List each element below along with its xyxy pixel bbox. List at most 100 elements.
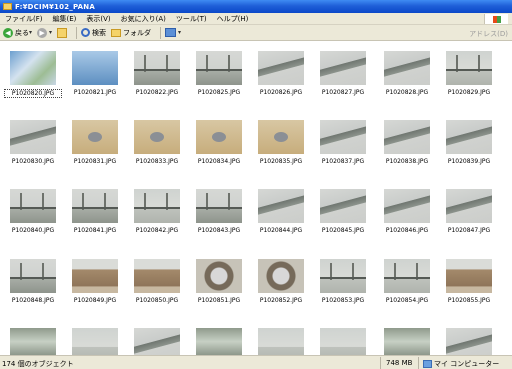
search-icon <box>81 28 91 37</box>
file-name-label: P1020843.JPG <box>197 227 241 234</box>
total-size: 748 MB <box>386 359 413 367</box>
file-thumbnail[interactable]: P1020831.JPG <box>72 120 118 165</box>
file-thumbnail[interactable]: P1020846.JPG <box>384 189 430 234</box>
file-thumbnail[interactable]: P1020843.JPG <box>196 189 242 234</box>
thumbnail-image <box>10 51 56 85</box>
file-thumbnail[interactable] <box>134 328 180 355</box>
file-thumbnail[interactable]: P1020820.JPG <box>4 51 62 98</box>
toolbar-divider <box>76 26 78 39</box>
file-thumbnail[interactable]: P1020844.JPG <box>258 189 304 234</box>
status-divider <box>380 357 381 369</box>
file-thumbnail[interactable]: P1020841.JPG <box>72 189 118 234</box>
forward-button[interactable]: ▶ ▾ <box>37 27 53 38</box>
folders-icon <box>111 28 122 37</box>
file-name-label: P1020851.JPG <box>197 297 241 304</box>
file-name-label: P1020854.JPG <box>385 297 429 304</box>
search-button[interactable]: 検索 <box>81 28 106 38</box>
thumbnail-image <box>446 51 492 85</box>
file-name-label: P1020847.JPG <box>447 227 491 234</box>
file-thumbnail[interactable]: P1020852.JPG <box>258 259 304 304</box>
file-thumbnail[interactable]: P1020838.JPG <box>384 120 430 165</box>
file-name-label: P1020849.JPG <box>73 297 117 304</box>
file-name-label: P1020827.JPG <box>321 89 365 96</box>
bridge-deck <box>384 277 430 279</box>
pigeon <box>88 132 102 142</box>
file-thumbnail[interactable]: P1020854.JPG <box>384 259 430 304</box>
file-name-label: P1020834.JPG <box>197 158 241 165</box>
search-label: 検索 <box>92 28 107 37</box>
file-name-label: P1020831.JPG <box>73 158 117 165</box>
thumbnail-image <box>72 259 118 293</box>
menu-bar: ファイル(F) 編集(E) 表示(V) お気に入り(A) ツール(T) ヘルプ(… <box>0 13 512 25</box>
file-thumbnail[interactable]: P1020828.JPG <box>384 51 430 96</box>
file-thumbnail[interactable]: P1020839.JPG <box>446 120 492 165</box>
thumbnail-image <box>384 328 430 355</box>
menu-file[interactable]: ファイル(F) <box>0 13 48 25</box>
file-thumbnail[interactable] <box>196 328 242 355</box>
file-thumbnail[interactable]: P1020830.JPG <box>10 120 56 165</box>
thumbnail-image <box>134 51 180 85</box>
file-thumbnail[interactable]: P1020821.JPG <box>72 51 118 96</box>
address-label: アドレス(D) <box>469 30 508 38</box>
file-name-label: P1020838.JPG <box>385 158 429 165</box>
file-thumbnail[interactable]: P1020853.JPG <box>320 259 366 304</box>
bridge-deck <box>134 207 180 209</box>
thumbnail-image <box>320 259 366 293</box>
file-thumbnail[interactable]: P1020848.JPG <box>10 259 56 304</box>
file-name-label: P1020846.JPG <box>385 227 429 234</box>
folders-button[interactable]: フォルダ <box>111 28 151 38</box>
menu-favorites[interactable]: お気に入り(A) <box>116 13 171 25</box>
thumbnail-image <box>72 120 118 154</box>
bridge-deck <box>10 207 56 209</box>
file-thumbnail[interactable] <box>10 328 56 355</box>
thumbnail-image <box>134 189 180 223</box>
file-thumbnail[interactable] <box>72 328 118 355</box>
file-thumbnail[interactable]: P1020822.JPG <box>134 51 180 96</box>
file-thumbnail[interactable]: P1020850.JPG <box>134 259 180 304</box>
back-button[interactable]: ◀ 戻る ▾ <box>3 27 32 38</box>
file-thumbnail[interactable]: P1020834.JPG <box>196 120 242 165</box>
back-label: 戻る <box>15 28 29 37</box>
file-thumbnail[interactable]: P1020840.JPG <box>10 189 56 234</box>
file-name-label: P1020821.JPG <box>73 89 117 96</box>
file-thumbnail[interactable] <box>384 328 430 355</box>
file-thumbnail[interactable]: P1020847.JPG <box>446 189 492 234</box>
file-name-label: P1020826.JPG <box>259 89 303 96</box>
zone-indicator: マイ コンピューター <box>423 359 499 369</box>
file-thumbnail[interactable]: P1020825.JPG <box>196 51 242 96</box>
views-button[interactable]: ▾ <box>165 28 181 37</box>
file-thumbnail[interactable] <box>258 328 304 355</box>
file-thumbnail[interactable]: P1020849.JPG <box>72 259 118 304</box>
file-thumbnail[interactable]: P1020842.JPG <box>134 189 180 234</box>
file-thumbnail[interactable]: P1020855.JPG <box>446 259 492 304</box>
thumbnail-image <box>10 189 56 223</box>
chevron-down-icon: ▾ <box>49 29 53 36</box>
thumbnail-image <box>134 259 180 293</box>
thumbnail-image <box>72 189 118 223</box>
up-folder-icon[interactable] <box>57 27 68 38</box>
file-name-label: P1020828.JPG <box>385 89 429 96</box>
thumbnail-image <box>72 328 118 355</box>
file-thumbnail[interactable]: P1020851.JPG <box>196 259 242 304</box>
file-thumbnail[interactable]: P1020827.JPG <box>320 51 366 96</box>
menu-view[interactable]: 表示(V) <box>81 13 115 25</box>
pigeon <box>150 132 164 142</box>
file-thumbnail[interactable]: P1020837.JPG <box>320 120 366 165</box>
toolbar-divider <box>160 26 162 39</box>
menu-edit[interactable]: 編集(E) <box>48 13 82 25</box>
bridge-deck <box>72 207 118 209</box>
file-thumbnail[interactable] <box>446 328 492 355</box>
thumbnail-image <box>384 189 430 223</box>
file-thumbnail[interactable]: P1020833.JPG <box>134 120 180 165</box>
menu-tools[interactable]: ツール(T) <box>171 13 212 25</box>
file-thumbnail[interactable] <box>320 328 366 355</box>
pigeon <box>274 132 288 142</box>
file-thumbnail[interactable]: P1020845.JPG <box>320 189 366 234</box>
file-thumbnail[interactable]: P1020835.JPG <box>258 120 304 165</box>
thumbnail-view[interactable]: P1020820.JPG P1020821.JPG P1020822.JPG P102… <box>0 42 512 355</box>
bridge-deck <box>196 69 242 71</box>
file-thumbnail[interactable]: P1020829.JPG <box>446 51 492 96</box>
file-thumbnail[interactable]: P1020826.JPG <box>258 51 304 96</box>
thumbnail-image <box>10 259 56 293</box>
menu-help[interactable]: ヘルプ(H) <box>212 13 254 25</box>
